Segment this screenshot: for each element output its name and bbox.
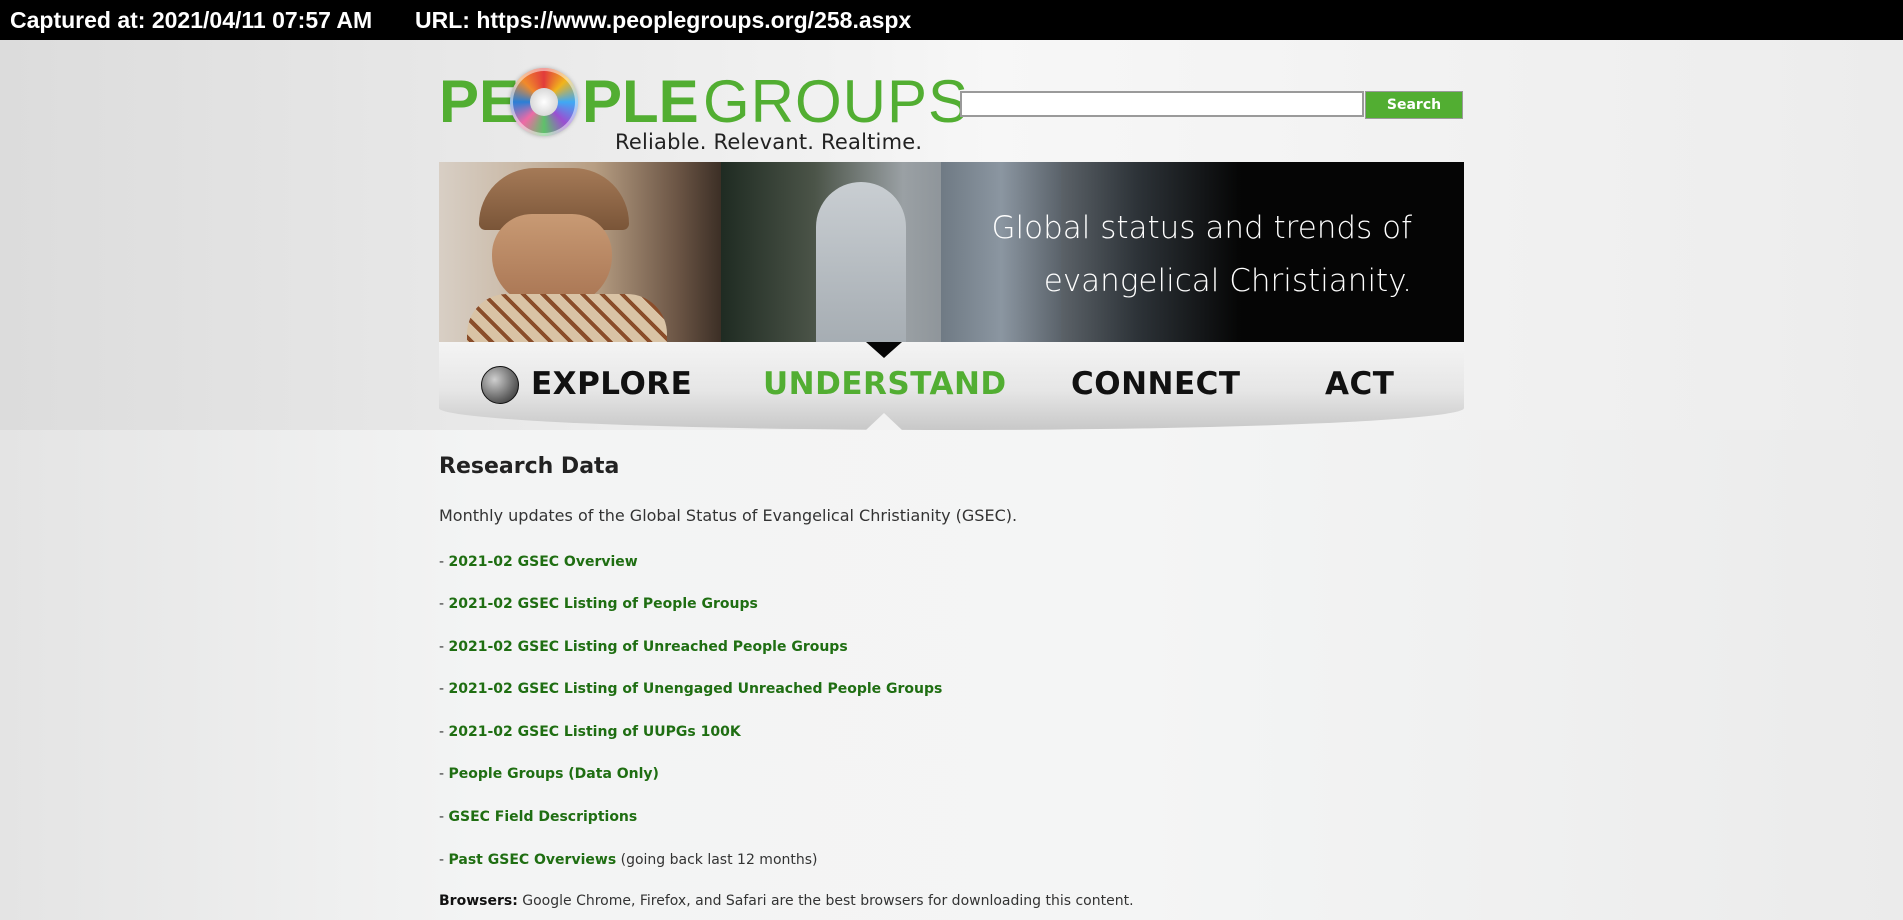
banner-headline: Global status and trends of evangelical … [892, 202, 1412, 308]
browsers-label: Browsers: [439, 893, 518, 909]
list-item: - 2021-02 GSEC Listing of Unreached Peop… [439, 639, 848, 655]
nav-item-explore[interactable]: EXPLORE [531, 366, 692, 402]
link-past-gsec-overviews[interactable]: Past GSEC Overviews [449, 852, 617, 868]
page-title: Research Data [439, 454, 620, 479]
nav-item-act[interactable]: ACT [1325, 366, 1394, 402]
nav-item-understand[interactable]: UNDERSTAND [763, 366, 1007, 402]
link-people-groups-data-only[interactable]: People Groups (Data Only) [449, 766, 659, 782]
nav-active-pointer-top [866, 342, 902, 358]
intro-text: Monthly updates of the Global Status of … [439, 506, 1018, 525]
banner-photo-boy [439, 162, 721, 342]
nav-active-pointer-bottom [866, 413, 902, 430]
list-item: - GSEC Field Descriptions [439, 809, 638, 825]
list-item: - 2021-02 GSEC Listing of UUPGs 100K [439, 724, 741, 740]
link-gsec-overview[interactable]: 2021-02 GSEC Overview [449, 554, 638, 570]
globe-icon [481, 366, 519, 404]
search-input[interactable] [960, 91, 1364, 117]
logo-globe-icon [510, 68, 578, 136]
search-button[interactable]: Search [1365, 91, 1463, 119]
url-label: URL: https://www.peoplegroups.org/258.as… [415, 7, 912, 33]
logo-word-pe: PE [439, 68, 520, 135]
site-logo[interactable]: PE PLE GROUPS Reliable. Relevant. Realti… [439, 66, 968, 156]
logo-word-groups: GROUPS [703, 68, 970, 135]
hero-banner: Global status and trends of evangelical … [439, 162, 1464, 342]
list-item: - 2021-02 GSEC Overview [439, 554, 638, 570]
banner-headline-line1: Global status and trends of [991, 210, 1412, 246]
list-item: - Past GSEC Overviews (going back last 1… [439, 852, 818, 868]
link-gsec-unreached[interactable]: 2021-02 GSEC Listing of Unreached People… [449, 639, 848, 655]
capture-bar: Captured at: 2021/04/11 07:57 AM URL: ht… [0, 0, 1903, 40]
nav-item-connect[interactable]: CONNECT [1071, 366, 1241, 402]
list-item: - 2021-02 GSEC Listing of Unengaged Unre… [439, 681, 943, 697]
list-item: - People Groups (Data Only) [439, 766, 659, 782]
list-item: - 2021-02 GSEC Listing of People Groups [439, 596, 758, 612]
link-gsec-field-descriptions[interactable]: GSEC Field Descriptions [449, 809, 638, 825]
browsers-text: Google Chrome, Firefox, and Safari are t… [517, 893, 1134, 909]
content-background [0, 430, 1903, 920]
link-gsec-uupgs-100k[interactable]: 2021-02 GSEC Listing of UUPGs 100K [449, 724, 741, 740]
link-gsec-unengaged-unreached[interactable]: 2021-02 GSEC Listing of Unengaged Unreac… [449, 681, 943, 697]
link-gsec-people-groups[interactable]: 2021-02 GSEC Listing of People Groups [449, 596, 758, 612]
browsers-note: Browsers: Google Chrome, Firefox, and Sa… [439, 893, 1134, 909]
banner-headline-line2: evangelical Christianity. [1043, 263, 1412, 299]
logo-word-ple: PLE [582, 68, 699, 135]
logo-tagline: Reliable. Relevant. Realtime. [615, 130, 923, 154]
captured-at-label: Captured at: 2021/04/11 07:57 AM [10, 7, 373, 33]
